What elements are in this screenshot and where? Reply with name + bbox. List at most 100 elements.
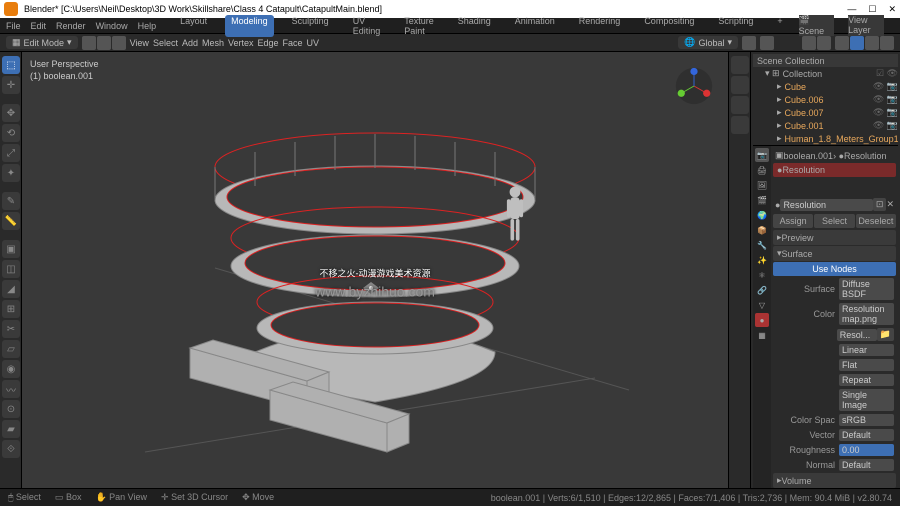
surface-shader[interactable]: Diffuse BSDF — [839, 278, 894, 300]
edge-select-icon[interactable] — [97, 36, 111, 50]
select-tool-icon[interactable]: ⬚ — [2, 56, 20, 74]
mode-selector[interactable]: ▦ Edit Mode ▾ — [6, 36, 78, 49]
pan-icon[interactable] — [731, 76, 749, 94]
polybuild-tool-icon[interactable]: ▱ — [2, 340, 20, 358]
prop-particle-icon[interactable]: ✨ — [755, 253, 769, 267]
camera-icon[interactable] — [731, 96, 749, 114]
toolbar-face[interactable]: Face — [283, 38, 303, 48]
outliner-collection[interactable]: Collection — [783, 69, 823, 79]
cursor-tool-icon[interactable]: ✛ — [2, 76, 20, 94]
assign-button[interactable]: Assign — [773, 214, 813, 228]
prop-mesh-icon[interactable]: ▽ — [755, 298, 769, 312]
select-button[interactable]: Select — [814, 214, 854, 228]
orientation-selector[interactable]: 🌐 Global ▾ — [678, 36, 738, 49]
image-slot[interactable]: Resol... — [837, 329, 877, 341]
workspace-compositing[interactable]: Compositing — [638, 15, 700, 37]
toolbar-add[interactable]: Add — [182, 38, 198, 48]
deselect-button[interactable]: Deselect — [856, 214, 896, 228]
toolbar-edge[interactable]: Edge — [258, 38, 279, 48]
prop-physics-icon[interactable]: ⚛ — [755, 268, 769, 282]
material-name[interactable]: Resolution — [780, 199, 872, 211]
toolbar-vertex[interactable]: Vertex — [228, 38, 254, 48]
transform-tool-icon[interactable]: ✦ — [2, 164, 20, 182]
workspace-texpaint[interactable]: Texture Paint — [398, 15, 440, 37]
open-image-icon[interactable]: 📁 — [877, 328, 894, 341]
workspace-add[interactable]: + — [771, 15, 788, 37]
shading-rendered-icon[interactable] — [880, 36, 894, 50]
workspace-shading[interactable]: Shading — [452, 15, 497, 37]
outliner-item[interactable]: Cube.001 — [785, 121, 824, 131]
annotate-tool-icon[interactable]: ✎ — [2, 192, 20, 210]
colorspace[interactable]: sRGB — [839, 414, 894, 426]
scale-tool-icon[interactable]: ⤢ — [2, 144, 20, 162]
scene-selector[interactable]: 🎬 Scene — [799, 15, 835, 36]
proj-flat[interactable]: Flat — [839, 359, 894, 371]
menu-file[interactable]: File — [6, 21, 21, 31]
menu-render[interactable]: Render — [56, 21, 86, 31]
viewlayer-selector[interactable]: View Layer — [848, 15, 884, 36]
maximize-button[interactable]: ☐ — [868, 4, 876, 15]
toolbar-mesh[interactable]: Mesh — [202, 38, 224, 48]
prop-object-icon[interactable]: 📦 — [755, 223, 769, 237]
shrink-tool-icon[interactable]: ⊙ — [2, 400, 20, 418]
menu-window[interactable]: Window — [96, 21, 128, 31]
shear-tool-icon[interactable]: ▰ — [2, 420, 20, 438]
menu-edit[interactable]: Edit — [31, 21, 47, 31]
source-single[interactable]: Single Image — [839, 389, 894, 411]
outliner-item[interactable]: Human_1.8_Meters_Group1 — [785, 134, 898, 144]
menu-help[interactable]: Help — [138, 21, 157, 31]
rotate-tool-icon[interactable]: ⟲ — [2, 124, 20, 142]
shading-wireframe-icon[interactable] — [835, 36, 849, 50]
spin-tool-icon[interactable]: ◉ — [2, 360, 20, 378]
overlay-icon[interactable] — [802, 36, 816, 50]
toolbar-uv[interactable]: UV — [307, 38, 320, 48]
outliner-item[interactable]: Cube — [785, 82, 807, 92]
interp-linear[interactable]: Linear — [839, 344, 894, 356]
viewport-3d[interactable]: User Perspective (1) boolean.001 不移之火-动漫… — [22, 52, 728, 488]
toolbar-view[interactable]: View — [130, 38, 149, 48]
prop-material-icon[interactable]: ● — [755, 313, 769, 327]
prop-render-icon[interactable]: 📷 — [755, 148, 769, 162]
move-tool-icon[interactable]: ✥ — [2, 104, 20, 122]
surface-header[interactable]: ▾ Surface — [773, 246, 896, 261]
proportional-edit-icon[interactable] — [760, 36, 774, 50]
volume-header[interactable]: ▸ Volume — [773, 473, 896, 488]
shading-solid-icon[interactable] — [850, 36, 864, 50]
snap-icon[interactable] — [742, 36, 756, 50]
outliner-item[interactable]: Cube.007 — [785, 108, 824, 118]
rip-tool-icon[interactable]: ⟐ — [2, 440, 20, 458]
loopcut-tool-icon[interactable]: ⊞ — [2, 300, 20, 318]
prop-texture-icon[interactable]: ▦ — [755, 328, 769, 342]
inset-tool-icon[interactable]: ◫ — [2, 260, 20, 278]
bevel-tool-icon[interactable]: ◢ — [2, 280, 20, 298]
face-select-icon[interactable] — [112, 36, 126, 50]
toolbar-select[interactable]: Select — [153, 38, 178, 48]
prop-world-icon[interactable]: 🌍 — [755, 208, 769, 222]
material-slot[interactable]: ● Resolution — [773, 163, 896, 177]
zoom-icon[interactable] — [731, 56, 749, 74]
extrude-tool-icon[interactable]: ▣ — [2, 240, 20, 258]
use-nodes-button[interactable]: Use Nodes — [773, 262, 896, 276]
vertex-select-icon[interactable] — [82, 36, 96, 50]
ext-repeat[interactable]: Repeat — [839, 374, 894, 386]
prop-constraint-icon[interactable]: 🔗 — [755, 283, 769, 297]
measure-tool-icon[interactable]: 📏 — [2, 212, 20, 230]
normal-input[interactable]: Default — [839, 459, 894, 471]
xray-icon[interactable] — [817, 36, 831, 50]
workspace-uv[interactable]: UV Editing — [347, 15, 387, 37]
workspace-sculpting[interactable]: Sculpting — [286, 15, 335, 37]
workspace-layout[interactable]: Layout — [174, 15, 213, 37]
prop-modifier-icon[interactable]: 🔧 — [755, 238, 769, 252]
preview-header[interactable]: ▸ Preview — [773, 230, 896, 245]
nav-gizmo[interactable] — [674, 66, 714, 106]
outliner[interactable]: Scene Collection ▾ ⊞ Collection☑ 👁 ▸ Cub… — [753, 54, 898, 146]
workspace-modeling[interactable]: Modeling — [225, 15, 274, 37]
workspace-scripting[interactable]: Scripting — [712, 15, 759, 37]
close-button[interactable]: ✕ — [888, 4, 896, 15]
prop-scene-icon[interactable]: 🎬 — [755, 193, 769, 207]
vector-input[interactable]: Default — [839, 429, 894, 441]
shading-lookdev-icon[interactable] — [865, 36, 879, 50]
outliner-scene[interactable]: Scene Collection — [757, 56, 825, 66]
outliner-item[interactable]: Cube.006 — [785, 95, 824, 105]
workspace-anim[interactable]: Animation — [509, 15, 561, 37]
